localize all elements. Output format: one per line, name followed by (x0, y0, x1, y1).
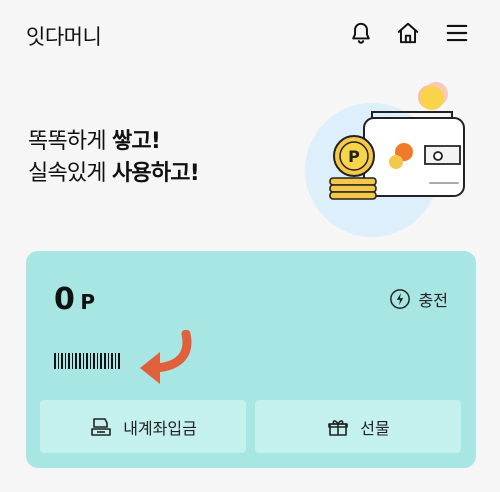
hero-line1-bold: 쌓고! (111, 129, 161, 154)
hero-banner: 똑똑하게 쌓고! 실속있게 사용하고! P (0, 70, 500, 245)
home-icon[interactable] (393, 18, 423, 48)
menu-icon[interactable] (442, 18, 472, 48)
header: 잇다머니 (0, 0, 500, 70)
points-card: 0 P 충전 내계좌입금 선물 (26, 251, 476, 468)
points-unit: P (80, 290, 96, 314)
gift-button[interactable]: 선물 (255, 400, 461, 453)
gift-icon (328, 419, 349, 436)
coin-letter: P (348, 147, 360, 166)
curved-arrow-icon (140, 330, 192, 384)
hero-line2-regular: 실속있게 (28, 161, 112, 186)
points-value: 0 (54, 282, 75, 317)
app-title: 잇다머니 (26, 25, 102, 49)
barcode-icon[interactable] (54, 353, 126, 369)
gift-button-label: 선물 (360, 418, 390, 438)
charge-button[interactable]: 충전 (389, 287, 448, 311)
hero-line2-bold: 사용하고! (111, 161, 200, 186)
lightning-icon (389, 289, 410, 309)
wallet-illustration: P (305, 82, 465, 237)
hero-headline: 똑똑하게 쌓고! 실속있게 사용하고! (28, 126, 200, 190)
deposit-button-label: 내계좌입금 (123, 418, 197, 438)
bell-icon[interactable] (346, 18, 376, 48)
hero-line1-regular: 똑똑하게 (28, 129, 112, 154)
deposit-to-account-button[interactable]: 내계좌입금 (40, 400, 246, 453)
points-balance: 0 P (54, 282, 95, 317)
charge-label: 충전 (418, 291, 448, 310)
bank-deposit-icon (91, 417, 111, 436)
